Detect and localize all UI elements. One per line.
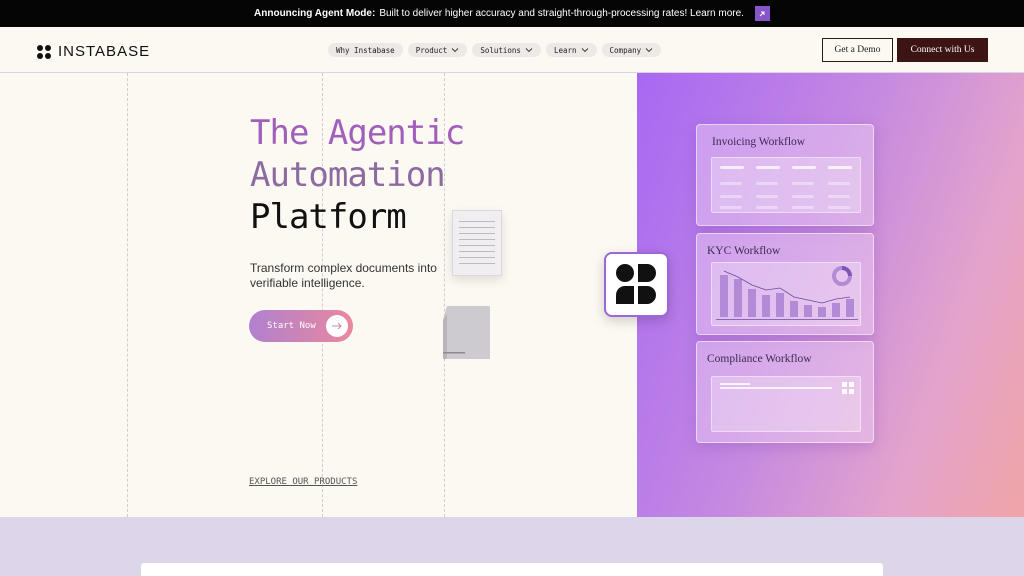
kyc-bar-chart-icon xyxy=(716,266,858,320)
hero-subtitle: Transform complex documents into verifia… xyxy=(250,261,437,290)
arrow-right-icon xyxy=(326,315,348,337)
card-title: Invoicing Workflow xyxy=(712,136,806,148)
start-now-label: Start Now xyxy=(267,321,316,331)
arrow-up-right-icon[interactable] xyxy=(754,6,770,21)
main-menu: Why Instabase Product Solutions Learn Co… xyxy=(328,43,662,57)
instabase-logo-tile-icon xyxy=(604,252,669,317)
grid-icon xyxy=(842,381,854,394)
chevron-down-icon xyxy=(525,48,533,53)
invoicing-workflow-card: Invoicing Workflow xyxy=(696,124,874,226)
start-now-button[interactable]: Start Now xyxy=(249,310,353,342)
menu-product[interactable]: Product xyxy=(407,43,468,57)
menu-label: Product xyxy=(415,45,448,55)
menu-company[interactable]: Company xyxy=(601,43,662,57)
headline-line-3: Platform xyxy=(250,197,407,237)
announcement-bar: Announcing Agent Mode: Built to deliver … xyxy=(0,0,1024,27)
menu-why-instabase[interactable]: Why Instabase xyxy=(328,43,403,57)
menu-label: Why Instabase xyxy=(336,45,395,55)
menu-solutions[interactable]: Solutions xyxy=(472,43,541,57)
top-nav: INSTABASE Why Instabase Product Solution… xyxy=(0,27,1024,73)
card-title: KYC Workflow xyxy=(707,245,781,257)
kyc-chart xyxy=(711,262,861,326)
instabase-logo[interactable]: INSTABASE xyxy=(37,43,150,60)
connect-button[interactable]: Connect with Us xyxy=(897,38,988,62)
document-icon xyxy=(452,210,502,276)
instabase-logo-icon xyxy=(37,44,51,59)
guide-line xyxy=(127,73,128,517)
compliance-form xyxy=(711,376,861,432)
announcement-text[interactable]: Built to deliver higher accuracy and str… xyxy=(379,8,744,19)
explore-products-link[interactable]: EXPLORE OUR PRODUCTS xyxy=(249,477,357,487)
next-section-card xyxy=(141,563,883,576)
menu-label: Learn xyxy=(553,45,577,55)
chevron-down-icon xyxy=(451,48,459,53)
chevron-down-icon xyxy=(645,48,653,53)
logo-text: INSTABASE xyxy=(58,43,151,60)
menu-label: Company xyxy=(609,45,642,55)
compliance-workflow-card: Compliance Workflow xyxy=(696,341,874,443)
kyc-workflow-card: KYC Workflow xyxy=(696,233,874,335)
next-section xyxy=(0,517,1024,576)
menu-label: Solutions xyxy=(480,45,521,55)
headline-line-1: The Agentic xyxy=(250,113,465,153)
folder-icon xyxy=(443,306,490,359)
get-demo-button[interactable]: Get a Demo xyxy=(822,38,893,62)
headline-line-2: Automation xyxy=(250,155,446,195)
invoice-table xyxy=(711,157,861,213)
chevron-down-icon xyxy=(581,48,588,53)
card-title: Compliance Workflow xyxy=(707,353,812,365)
hero-headline: The Agentic Automation Platform xyxy=(250,112,465,238)
announcement-bold: Announcing Agent Mode: xyxy=(254,8,376,19)
menu-learn[interactable]: Learn xyxy=(545,43,597,57)
